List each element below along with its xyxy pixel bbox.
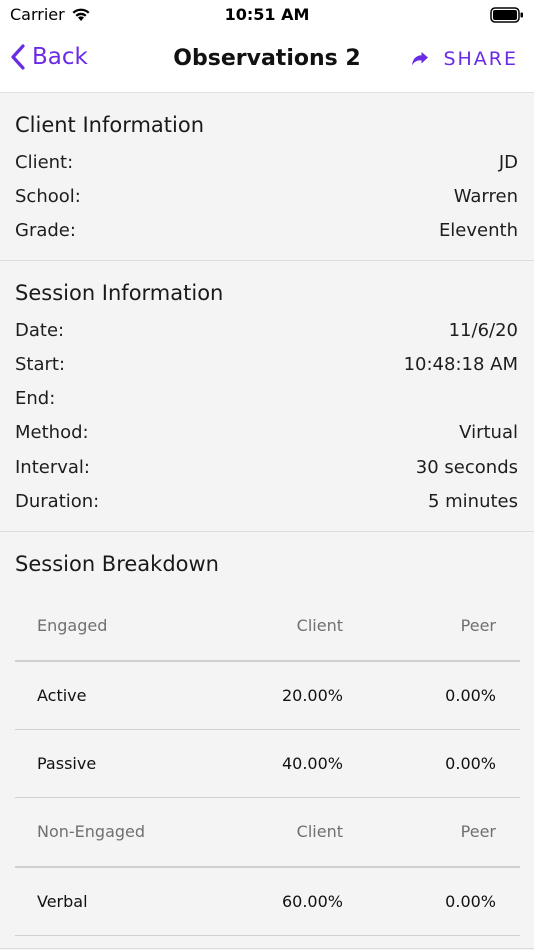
share-arrow-icon (412, 52, 429, 66)
client-info-section: Client Information Client: JD School: Wa… (0, 93, 534, 261)
row-label: School: (15, 185, 81, 207)
row-peer-value: 0.00% (445, 753, 496, 773)
row-value: 30 seconds (415, 456, 518, 478)
status-time: 10:51 AM (224, 5, 310, 24)
section-title: Client Information (15, 113, 205, 137)
row-client-value: 40.00% (281, 753, 343, 773)
table-row: Active 20.00% 0.00% (15, 662, 520, 730)
row-value: JD (498, 151, 518, 173)
breakdown-table: Engaged Client Peer Active 20.00% 0.00% … (15, 592, 520, 936)
row-label: Start: (15, 353, 66, 375)
session-info-section: Session Information Date: 11/6/20 Start:… (0, 261, 534, 532)
row-label: Duration: (15, 491, 100, 513)
row-label: Client: (15, 151, 74, 173)
session-breakdown-section: Session Breakdown Engaged Client Peer Ac… (0, 532, 534, 949)
share-label: SHARE (443, 48, 518, 70)
row-label: Date: (15, 319, 65, 341)
row-value: 10:48:18 AM (403, 353, 518, 375)
row-category: Passive (37, 753, 97, 773)
header-client: Client (296, 616, 343, 636)
header-peer: Peer (460, 616, 496, 636)
status-bar: Carrier 10:51 AM (0, 0, 534, 30)
info-row: Interval: 30 seconds (15, 450, 518, 484)
row-category: Verbal (37, 891, 88, 911)
row-peer-value: 0.00% (445, 891, 496, 911)
header-category: Engaged (37, 616, 108, 636)
row-value: 11/6/20 (448, 319, 518, 341)
table-row: Passive 40.00% 0.00% (15, 730, 520, 798)
row-label: Grade: (15, 220, 76, 242)
row-value: Warren (453, 185, 518, 207)
battery-icon (490, 7, 524, 27)
table-header-row: Non-Engaged Client Peer (15, 798, 520, 868)
header-client: Client (296, 822, 343, 842)
info-row: Start: 10:48:18 AM (15, 347, 518, 381)
row-value: Eleventh (438, 220, 518, 242)
header-category: Non-Engaged (37, 822, 146, 842)
row-client-value: 60.00% (281, 891, 343, 911)
section-title: Session Breakdown (15, 551, 219, 576)
info-row: Grade: Eleventh (15, 214, 518, 248)
row-client-value: 20.00% (281, 685, 343, 705)
info-row: End: (15, 381, 518, 415)
share-button[interactable]: SHARE (411, 48, 518, 70)
info-row: School: Warren (15, 179, 518, 213)
row-value: 5 minutes (427, 491, 518, 513)
info-row: Duration: 5 minutes (15, 484, 518, 518)
table-header-row: Engaged Client Peer (15, 592, 520, 662)
row-peer-value: 0.00% (445, 685, 496, 705)
info-row: Client: JD (15, 145, 518, 179)
info-row: Date: 11/6/20 (15, 313, 518, 347)
row-category: Active (37, 685, 87, 705)
back-label: Back (32, 44, 88, 70)
chevron-left-icon (11, 44, 25, 70)
section-title: Session Information (15, 280, 224, 305)
back-button[interactable]: Back (10, 43, 88, 71)
info-row: Method: Virtual (15, 416, 518, 450)
row-value: Virtual (459, 422, 518, 444)
table-row: Verbal 60.00% 0.00% (15, 868, 520, 936)
nav-bar: Back Observations 2 SHARE (0, 30, 534, 93)
row-label: End: (15, 388, 56, 410)
row-label: Method: (15, 422, 89, 444)
header-peer: Peer (460, 822, 496, 842)
row-label: Interval: (15, 456, 90, 478)
